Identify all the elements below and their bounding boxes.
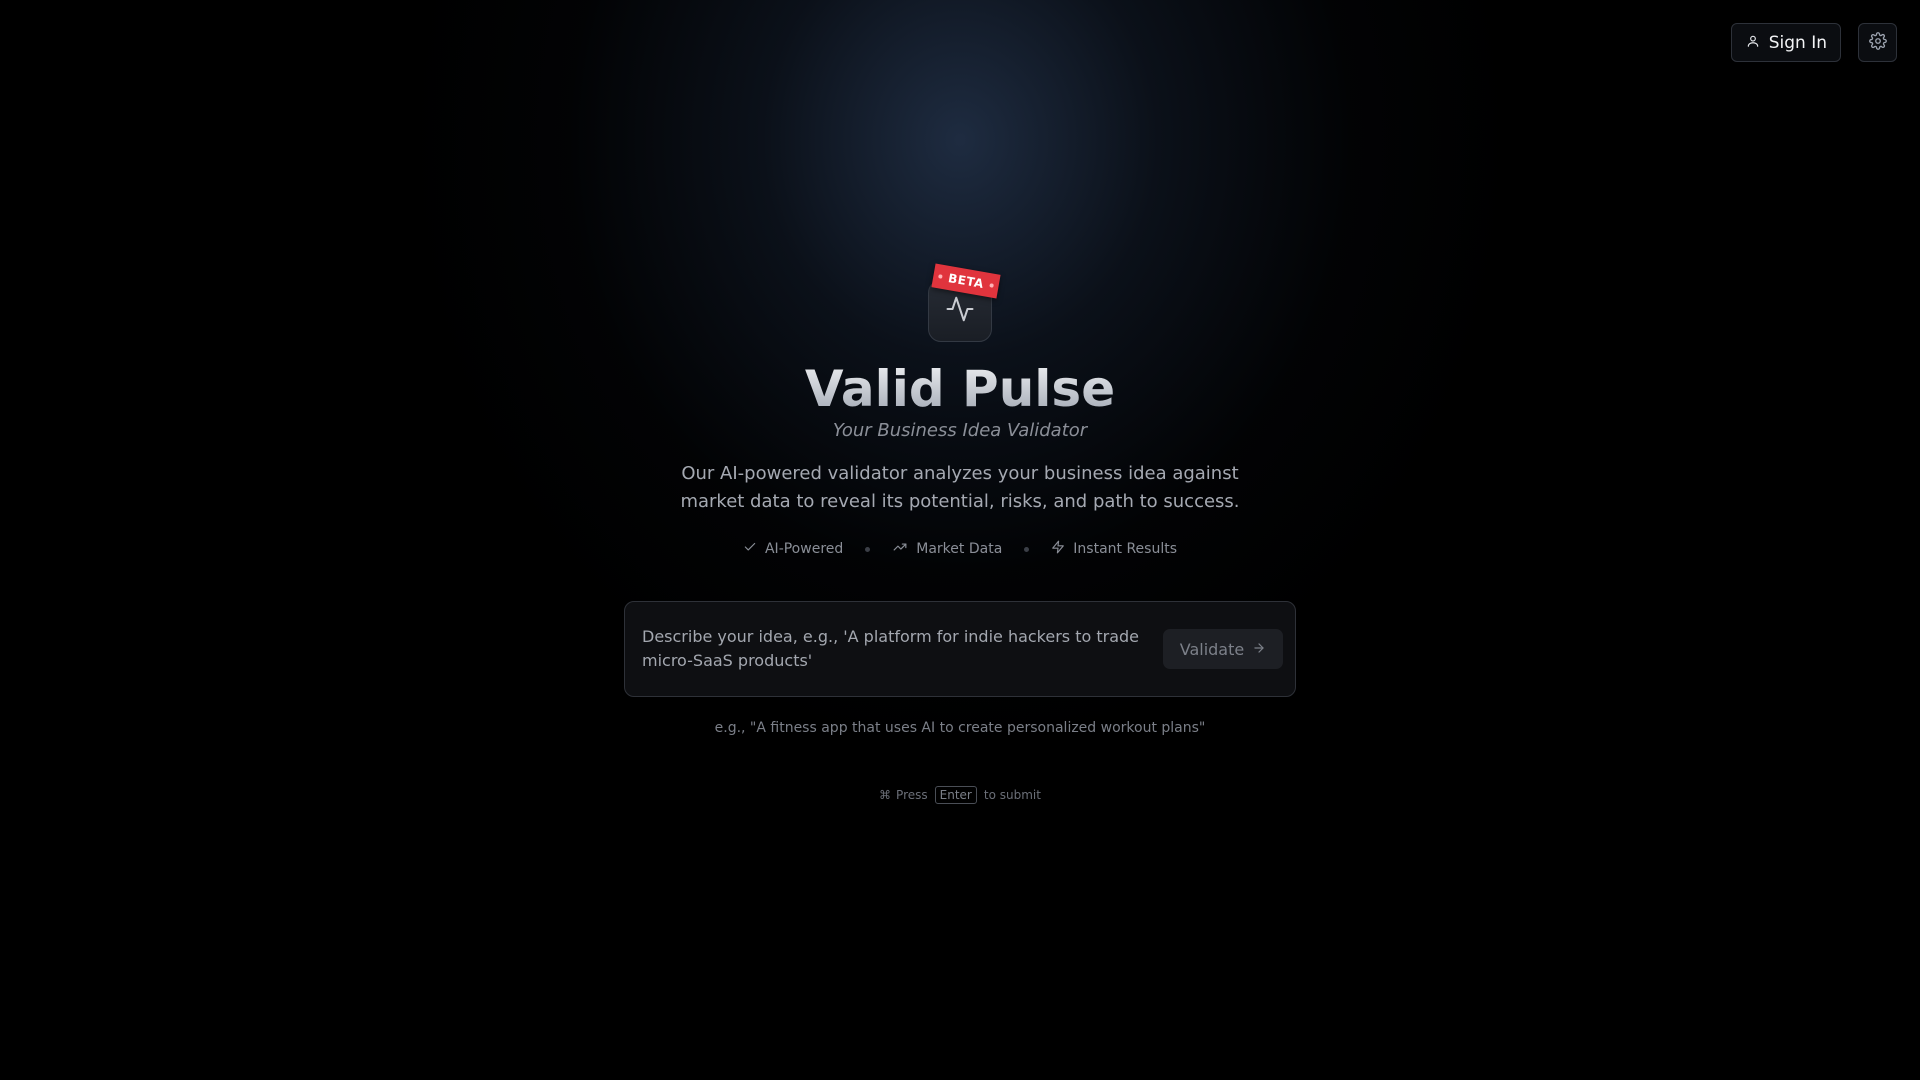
zap-icon — [1051, 540, 1065, 558]
separator-dot — [1024, 546, 1030, 552]
badge-dot — [989, 283, 994, 288]
hint-suffix: to submit — [983, 788, 1041, 802]
badge-dot — [938, 274, 943, 279]
idea-input-card: Describe your idea, e.g., 'A platform fo… — [624, 601, 1296, 697]
trending-up-icon — [892, 540, 908, 558]
beta-label: BETA — [947, 270, 985, 292]
gear-icon — [1868, 32, 1887, 53]
feature-list: AI-Powered Market Data Instant Results — [0, 540, 1920, 558]
validate-label: Validate — [1179, 639, 1245, 659]
sign-in-label: Sign In — [1768, 32, 1827, 53]
page-title: Valid Pulse — [0, 358, 1920, 420]
arrow-right-icon — [1252, 640, 1266, 659]
feature-market-data: Market Data — [892, 540, 1002, 558]
validate-button[interactable]: Validate — [1163, 629, 1283, 669]
feature-ai-powered: AI-Powered — [743, 540, 843, 558]
feature-label: Instant Results — [1073, 541, 1178, 557]
settings-button[interactable] — [1858, 23, 1897, 62]
separator-dot — [865, 546, 871, 552]
page-subtitle: Your Business Idea Validator — [832, 420, 1088, 441]
app-logo: BETA — [928, 263, 1001, 342]
command-icon: ⌘ — [879, 788, 892, 802]
activity-pulse-icon — [945, 294, 975, 328]
idea-input[interactable]: Describe your idea, e.g., 'A platform fo… — [642, 625, 1163, 673]
feature-instant-results: Instant Results — [1051, 540, 1177, 558]
sign-in-button[interactable]: Sign In — [1730, 23, 1841, 62]
feature-label: AI-Powered — [764, 541, 844, 557]
user-icon — [1746, 33, 1760, 53]
hero-description: Our AI-powered validator analyzes your b… — [680, 463, 1240, 512]
check-icon — [743, 540, 757, 558]
feature-label: Market Data — [916, 541, 1003, 557]
top-bar: Sign In — [1730, 23, 1897, 62]
example-text: e.g., "A fitness app that uses AI to cre… — [714, 720, 1206, 736]
enter-key: Enter — [934, 786, 977, 804]
keyboard-hint: ⌘ Press Enter to submit — [0, 786, 1920, 804]
hint-press: Press — [896, 788, 928, 802]
